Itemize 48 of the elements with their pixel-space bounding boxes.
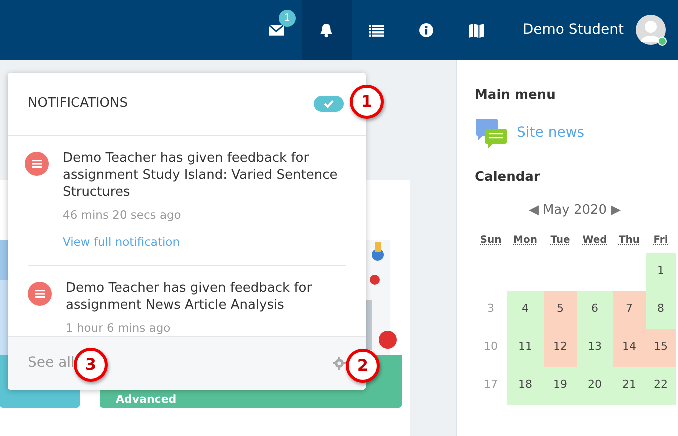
lines-icon	[35, 290, 45, 298]
weekday-heading: Thu	[618, 234, 642, 248]
bell-icon	[319, 22, 334, 38]
chat-bubbles-icon	[475, 118, 509, 150]
info-icon	[419, 22, 434, 38]
month-title: May 2020	[542, 202, 608, 220]
callout-number: 1	[350, 85, 384, 119]
avatar[interactable]	[636, 15, 666, 45]
calendar-day[interactable]: 5	[544, 290, 577, 329]
mail-icon	[269, 22, 284, 38]
calendar-day[interactable]: 18	[507, 366, 544, 405]
weekday-heading: Sun	[479, 234, 503, 248]
settings-icon	[333, 357, 346, 370]
calendar-day[interactable]: 8	[646, 290, 676, 329]
calendar-day[interactable]: 13	[577, 328, 613, 367]
check-icon	[324, 100, 334, 108]
calendar-day[interactable]: 4	[507, 290, 544, 329]
count-badge: 1	[278, 10, 296, 27]
calendar-day[interactable]: 12	[544, 328, 577, 367]
list-icon	[369, 22, 384, 38]
calendar-day[interactable]: 11	[507, 328, 544, 367]
calendar-day[interactable]: 15	[646, 328, 676, 367]
next-month-arrow[interactable]: ▶	[611, 201, 622, 221]
calendar-day[interactable]: 14	[613, 328, 646, 367]
notification-time: 46 mins 20 secs ago	[63, 207, 182, 224]
calendar-day[interactable]: 1	[646, 252, 676, 291]
notification-time: 1 hour 6 mins ago	[66, 320, 172, 336]
map-icon	[469, 22, 484, 38]
previous-month-arrow[interactable]: ◀	[528, 201, 539, 221]
calendar-day[interactable]: 6	[577, 290, 613, 329]
weekday-heading: Mon	[512, 234, 538, 248]
calendar-day[interactable]: 20	[577, 366, 613, 405]
block-heading: Calendar	[475, 170, 542, 186]
block-heading: Main menu	[475, 88, 557, 104]
weekday-heading: Wed	[582, 234, 608, 248]
calendar-day[interactable]: 22	[646, 366, 676, 405]
lines-icon	[32, 160, 42, 168]
calendar-day[interactable]: 21	[613, 366, 646, 405]
notification-text[interactable]: Demo Teacher has given feedback for assignment Study Island: Varied Sentence Structures	[63, 150, 346, 201]
user-menu[interactable]: Demo Student	[516, 18, 630, 42]
calendar-day[interactable]: 19	[544, 366, 577, 405]
calendar-day[interactable]: 7	[613, 290, 646, 329]
nav-button[interactable]	[302, 0, 352, 60]
weekday-heading: Tue	[550, 234, 572, 248]
weekday-heading: Fri	[652, 234, 670, 248]
mark-all-read-toggle[interactable]	[314, 96, 344, 112]
popover-title: NOTIFICATIONS	[28, 95, 128, 114]
notification-text[interactable]: Demo Teacher has given feedback for assignment News Article Analysis	[66, 280, 346, 314]
